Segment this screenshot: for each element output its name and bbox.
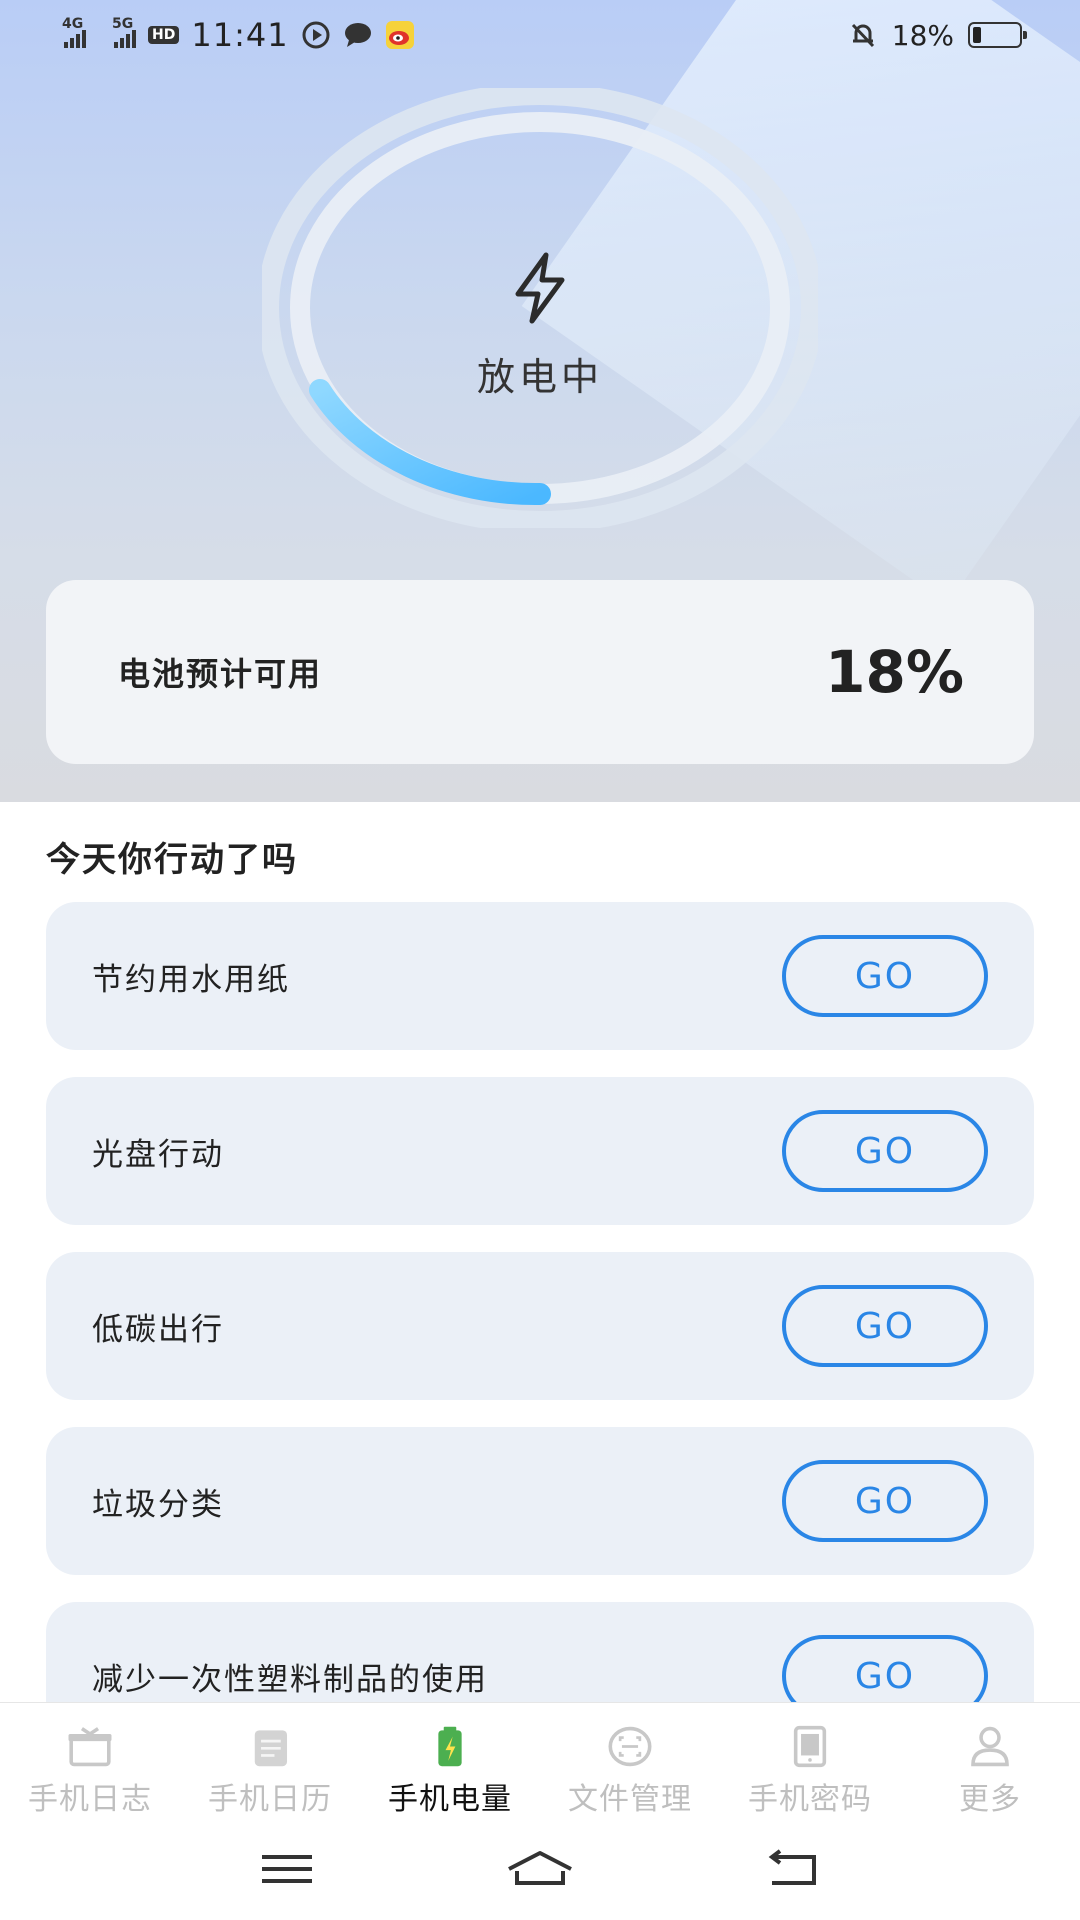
action-label: 垃圾分类	[92, 1486, 224, 1523]
person-icon	[971, 1726, 1009, 1767]
go-button[interactable]: GO	[782, 935, 988, 1017]
bottom-tab-bar: 手机日志 手机日历 手机电量 文件管理 手机密码 更多	[0, 1702, 1080, 1818]
menu-icon[interactable]	[252, 1847, 322, 1891]
tab-more[interactable]: 更多	[900, 1703, 1080, 1818]
tab-phone-password[interactable]: 手机密码	[720, 1703, 900, 1818]
tab-label: 手机密码	[748, 1782, 872, 1817]
action-label: 减少一次性塑料制品的使用	[92, 1661, 488, 1698]
action-label: 低碳出行	[92, 1311, 224, 1348]
gift-box-icon	[68, 1727, 112, 1767]
battery-charge-icon	[438, 1726, 462, 1767]
tab-label: 更多	[959, 1782, 1021, 1817]
list-item: 节约用水用纸 GO	[46, 902, 1034, 1050]
list-item: 减少一次性塑料制品的使用 GO	[46, 1602, 1034, 1702]
tab-phone-battery[interactable]: 手机电量	[360, 1703, 540, 1818]
go-button[interactable]: GO	[782, 1110, 988, 1192]
list-item: 垃圾分类 GO	[46, 1427, 1034, 1575]
calendar-note-icon	[254, 1730, 288, 1767]
list-item: 低碳出行 GO	[46, 1252, 1034, 1400]
tab-label: 文件管理	[568, 1782, 692, 1817]
go-button[interactable]: GO	[782, 1285, 988, 1367]
go-button[interactable]: GO	[782, 1635, 988, 1702]
tab-file-manager[interactable]: 文件管理	[540, 1703, 720, 1818]
list-item: 光盘行动 GO	[46, 1077, 1034, 1225]
tab-phone-log[interactable]: 手机日志	[0, 1703, 180, 1818]
tablet-lock-icon	[793, 1725, 827, 1768]
tab-label: 手机电量	[388, 1782, 512, 1817]
tab-label: 手机日历	[208, 1782, 332, 1817]
file-scan-icon	[608, 1726, 652, 1767]
section-title: 今天你行动了吗	[46, 840, 298, 880]
action-label: 节约用水用纸	[92, 961, 290, 998]
scroll-content[interactable]: 今天你行动了吗 节约用水用纸 GO 光盘行动 GO 低碳出行 GO 垃圾分类 G…	[0, 0, 1080, 1702]
back-icon[interactable]	[758, 1847, 828, 1891]
go-button[interactable]: GO	[782, 1460, 988, 1542]
system-navigation-bar	[0, 1818, 1080, 1920]
home-icon[interactable]	[505, 1847, 575, 1891]
tab-label: 手机日志	[28, 1782, 152, 1817]
action-list: 节约用水用纸 GO 光盘行动 GO 低碳出行 GO 垃圾分类 GO 减少一次性塑…	[46, 902, 1034, 1702]
action-label: 光盘行动	[92, 1136, 224, 1173]
tab-phone-calendar[interactable]: 手机日历	[180, 1703, 360, 1818]
